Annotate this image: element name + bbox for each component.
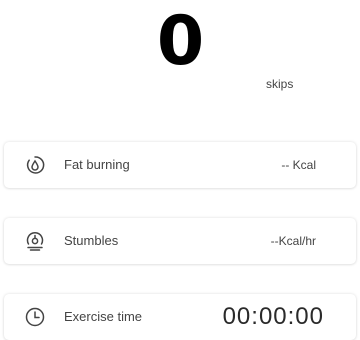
exercise-time-card: Exercise time 00:00:00 <box>4 294 356 340</box>
skip-counter: 0 <box>156 2 204 81</box>
fat-burning-value: -- Kcal <box>281 158 316 172</box>
stumble-icon <box>24 230 46 252</box>
stumbles-value: --Kcal/hr <box>270 234 316 248</box>
exercise-time-label: Exercise time <box>64 309 143 324</box>
fat-burning-label: Fat burning <box>64 157 130 172</box>
stumbles-label: Stumbles <box>64 233 119 248</box>
clock-icon <box>24 306 46 328</box>
stumbles-card: Stumbles --Kcal/hr <box>4 218 356 264</box>
flame-drop-icon <box>24 154 46 176</box>
skip-unit-label: skips <box>266 77 294 91</box>
exercise-time-value: 00:00:00 <box>222 303 324 330</box>
fat-burning-card: Fat burning -- Kcal <box>4 142 356 188</box>
